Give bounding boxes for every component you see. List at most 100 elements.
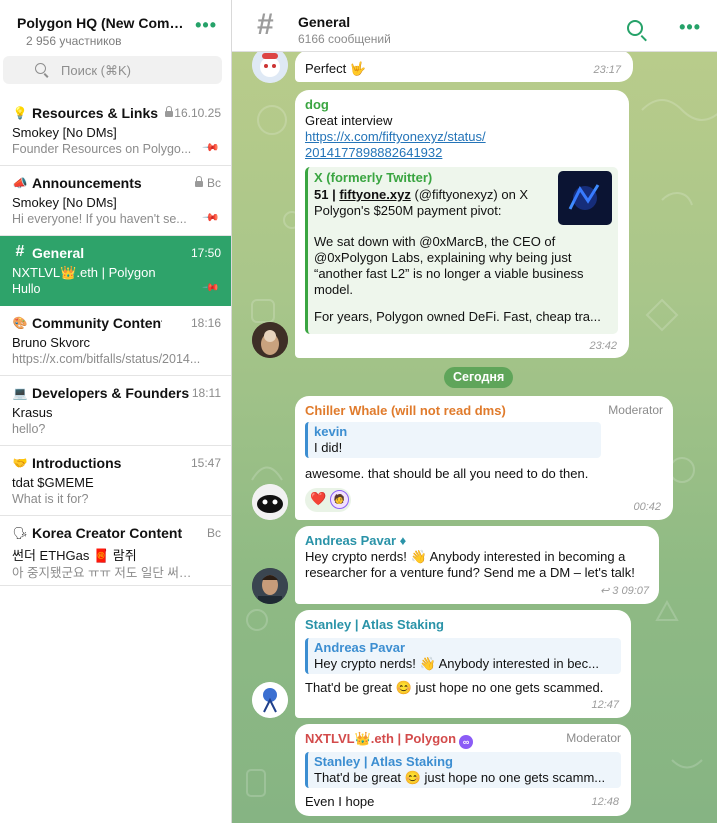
avatar-icon [252,568,288,604]
topic-name: Community Content [32,315,162,331]
topic-announcements[interactable]: 📣 Announcements Вс Smokey [No DMs] Hi ev… [0,166,231,236]
message-author[interactable]: NXTLVL👑.eth | Polygon ∞ [305,731,474,749]
avatar[interactable] [252,682,288,718]
hash-icon: # [15,243,25,260]
topic-korea-creator-content[interactable]: 🗣 Korea Creator Content Вс 썬더 ETHGas 🧧 람… [0,516,231,586]
preview-title-rest: (@fiftyonexyz) on X [410,187,529,202]
message-author[interactable]: Chiller Whale (will not read dms) [305,403,506,418]
message-time: 00:42 [633,501,661,513]
sidebar: Polygon HQ (New Comm... 2 956 участников… [0,0,232,823]
more-dots-icon[interactable]: ••• [195,16,217,34]
avatar-icon [252,322,288,358]
message-text: awesome. that should be all you need to … [305,466,589,481]
topic-name: Korea Creator Content [32,525,183,541]
member-count: 2 956 участников [26,34,122,48]
avatar[interactable] [252,568,288,604]
avatar[interactable] [252,322,288,358]
chat-area[interactable]: # General 6166 сообщений ••• Perfect 🤟 2… [232,0,717,823]
search-placeholder: Поиск (⌘K) [61,63,131,78]
message-text: That'd be great 😊 just hope no one gets … [305,680,604,695]
message-time: 12:47 [591,699,619,711]
topic-resources-links[interactable]: 💡 Resources & Links 16.10.25 Smokey [No … [0,96,231,166]
avatar[interactable] [252,47,288,83]
reply-text: I did! [314,440,343,455]
laptop-icon: 💻 [12,386,28,400]
topic-sender: NXTLVL👑.eth | Polygon [12,265,156,280]
reaction-pill[interactable]: ❤️ 🧑 [305,488,351,512]
reply-quote[interactable]: Stanley | Atlas Staking That'd be great … [305,752,621,788]
reply-quote[interactable]: Andreas Pavar Hey crypto nerds! 👋 Anybod… [305,638,621,674]
message-text: Perfect 🤟 [305,61,366,76]
chat-title[interactable]: General [298,14,350,30]
link-preview-thumbnail [558,171,612,225]
topic-name: Announcements [32,175,142,191]
link-preview[interactable]: X (formerly Twitter) 51 | fiftyone.xyz (… [305,167,618,334]
topic-developers-founders[interactable]: 💻 Developers & Founders 18:11 Krasus hel… [0,376,231,446]
reactor-avatar: 🧑 [330,490,349,509]
megaphone-icon: 📣 [12,176,28,190]
topic-introductions[interactable]: 🤝 Introductions 15:47 tdat $GMEME What i… [0,446,231,516]
heart-icon: ❤️ [310,491,327,506]
preview-title-number: 51 | [314,187,340,202]
link-preview-line: Polygon's $250M payment pivot: [314,203,502,218]
message-bubble[interactable]: Perfect 🤟 23:17 [295,50,633,82]
message-bubble[interactable]: Andreas Pavar ♦ Hey crypto nerds! 👋 Anyb… [295,526,659,604]
topic-community-content[interactable]: 🎨 Community Content 18:16 Bruno Skvorc h… [0,306,231,376]
topic-date: 18:11 [191,386,221,400]
topic-date: Вс [206,526,221,540]
topic-general[interactable]: # General 17:50 NXTLVL👑.eth | Polygon Hu… [0,236,231,306]
avatar-icon [252,484,288,520]
reply-arrow-icon: ↩ [600,585,610,597]
link-preview-site: X (formerly Twitter) [314,170,433,185]
link-preview-title: 51 | fiftyone.xyz (@fiftyonexyz) on X [314,187,528,202]
search-icon[interactable] [627,20,643,36]
more-dots-icon[interactable]: ••• [679,18,701,36]
message-bubble[interactable]: Chiller Whale (will not read dms) Modera… [295,396,673,520]
reply-count[interactable]: ↩ 3 09:07 [600,584,649,597]
preview-title-link[interactable]: fiftyone.xyz [339,187,411,202]
message-link[interactable]: https://x.com/fiftyonexyz/status/ 201417… [305,129,486,161]
topic-sender: Smokey [No DMs] [12,195,117,210]
message-author[interactable]: Stanley | Atlas Staking [305,617,444,632]
topic-preview: Hi everyone! If you haven't se... [12,212,187,226]
message-bubble[interactable]: dog Great interview https://x.com/fiftyo… [295,90,629,358]
message-author[interactable]: Andreas Pavar ♦ [305,533,406,548]
lock-icon [165,106,173,117]
topic-date: 18:16 [190,316,221,330]
search-input[interactable]: Поиск (⌘K) [3,56,222,84]
group-title[interactable]: Polygon HQ (New Comm... [17,15,189,31]
date-divider: Сегодня [444,367,514,388]
reply-author: Stanley | Atlas Staking [314,754,453,769]
message-bubble[interactable]: NXTLVL👑.eth | Polygon ∞ Moderator Stanley… [295,724,631,816]
reply-author: Andreas Pavar [314,640,406,655]
message-author[interactable]: dog [305,97,329,112]
search-icon [35,63,46,74]
message-time: 23:42 [589,340,617,352]
link-preview-tail: For years, Polygon owned DeFi. Fast, che… [314,309,601,324]
topic-name: Developers & Founders [32,385,190,401]
avatar-icon [252,682,288,718]
message-text: Even I hope [305,794,375,809]
topic-name: Resources & Links [32,105,159,121]
message-count: 6166 сообщений [298,32,391,46]
message-time: 23:17 [593,64,621,76]
pin-icon: 📌 [201,278,220,297]
author-name: NXTLVL👑.eth | Polygon [305,731,457,746]
topic-sender: Krasus [12,405,53,420]
hash-icon: # [257,8,274,41]
avatar[interactable] [252,484,288,520]
polygon-icon: ∞ [459,735,474,749]
topic-sender: tdat $GMEME [12,475,94,490]
reply-quote[interactable]: kevin I did! [305,422,601,458]
topic-preview: hello? [12,422,46,436]
reply-author: kevin [314,424,348,439]
message-bubble[interactable]: Stanley | Atlas Staking Andreas Pavar He… [295,610,631,718]
speaking-head-icon: 🗣 [12,526,28,540]
topic-name: Introductions [32,455,122,471]
message-time: 12:48 [591,796,619,808]
chat-header: # General 6166 сообщений ••• [232,0,717,52]
topic-preview: Founder Resources on Polygo... [12,142,192,156]
topic-preview: Hullo [12,282,41,296]
message-text: Great interview [305,113,393,128]
message-time: 09:07 [621,585,649,597]
